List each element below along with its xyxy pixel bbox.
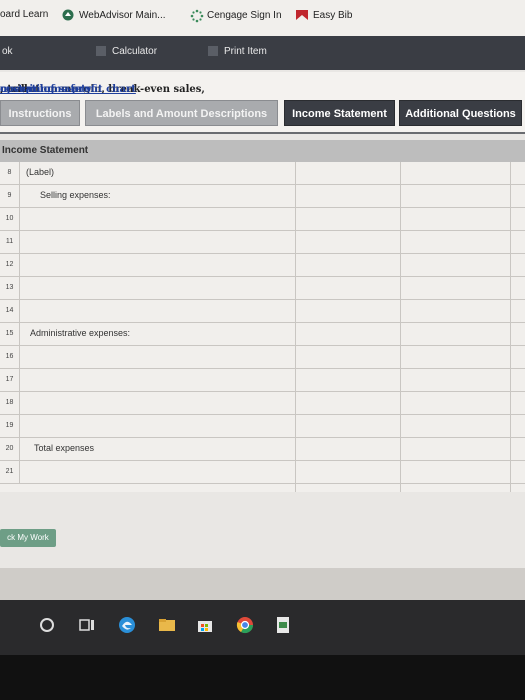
bookmark-webadvisor[interactable]: WebAdvisor Main...	[62, 9, 166, 21]
row-number: 12	[0, 254, 20, 276]
operating-link[interactable]: operating	[0, 84, 54, 95]
column-divider	[400, 162, 401, 492]
row-number: 16	[0, 346, 20, 368]
row-number: 11	[0, 231, 20, 253]
edge-browser-icon[interactable]	[116, 614, 138, 636]
table-row: 20 Total expenses	[0, 438, 525, 461]
store-icon[interactable]	[194, 614, 216, 636]
row-number: 18	[0, 392, 20, 414]
calculator-icon	[96, 46, 106, 57]
print-item-button[interactable]: Print Item	[208, 46, 267, 57]
column-divider	[295, 162, 296, 492]
row-label-cell[interactable]: Administrative expenses:	[30, 328, 130, 338]
tab-labels-and-amount-descriptions[interactable]: Labels and Amount Descriptions	[85, 100, 278, 126]
printer-icon	[208, 46, 218, 57]
table-row: 16	[0, 346, 525, 369]
tab-additional-questions[interactable]: Additional Questions	[399, 100, 522, 126]
webadvisor-icon	[62, 9, 74, 21]
row-number: 8	[0, 162, 20, 184]
worksheet-title: Income Statement	[2, 145, 89, 156]
table-row: 12	[0, 254, 525, 277]
bookmark-label: oard Learn	[0, 9, 49, 20]
task-view-icon[interactable]	[76, 614, 98, 636]
row-number: 10	[0, 208, 20, 230]
bookmark-cengage[interactable]: Cengage Sign In	[190, 9, 282, 23]
table-row: 11	[0, 231, 525, 254]
topic-line: ntribution margin, break-even sales, cos…	[0, 72, 525, 96]
row-number: 19	[0, 415, 20, 437]
easybib-icon	[296, 9, 308, 21]
header-left-text: ok	[2, 46, 13, 57]
row-number: 17	[0, 369, 20, 391]
table-row: 9 Selling expenses:	[0, 185, 525, 208]
table-row: 18	[0, 392, 525, 415]
bookmark-label: Easy Bib	[313, 9, 353, 21]
column-divider	[510, 162, 511, 492]
tab-bar: Instructions Labels and Amount Descripti…	[0, 96, 525, 134]
worksheet-title-bar: Income Statement	[0, 140, 525, 163]
bookmarks-bar: oard Learn WebAdvisor Main... Cengage Si…	[0, 0, 525, 37]
row-number: 21	[0, 461, 20, 483]
desk-area	[0, 655, 525, 700]
bookmark-label: Cengage Sign In	[207, 9, 282, 21]
browser-screen: oard Learn WebAdvisor Main... Cengage Si…	[0, 0, 525, 600]
bookmark-label: WebAdvisor Main...	[79, 9, 166, 21]
tab-instructions[interactable]: Instructions	[0, 100, 80, 126]
table-row: 21	[0, 461, 525, 484]
page-footer-strip	[0, 568, 525, 600]
file-explorer-icon[interactable]	[156, 614, 178, 636]
table-row: 14	[0, 300, 525, 323]
app-header: ok Calculator Print Item	[0, 36, 525, 70]
bookmark-blackboard-learn[interactable]: oard Learn	[0, 9, 48, 20]
row-label-cell[interactable]: Total expenses	[34, 443, 94, 453]
table-row: 8 (Label)	[0, 162, 525, 185]
row-number: 13	[0, 277, 20, 299]
calculator-button[interactable]: Calculator	[96, 46, 157, 57]
table-row: 10	[0, 208, 525, 231]
tab-income-statement[interactable]: Income Statement	[284, 100, 395, 126]
row-number: 9	[0, 185, 20, 207]
document-app-icon[interactable]	[272, 614, 294, 636]
taskbar	[0, 600, 525, 655]
search-icon[interactable]	[36, 614, 58, 636]
table-row: 19	[0, 415, 525, 438]
bookmark-easybib[interactable]: Easy Bib	[296, 9, 352, 21]
worksheet-grid: 8 (Label) 9 Selling expenses: 10 11 12 13 14 15 Ad…	[0, 162, 525, 492]
table-row: 17	[0, 369, 525, 392]
table-row: 13	[0, 277, 525, 300]
row-label-cell[interactable]: (Label)	[26, 167, 54, 177]
chrome-icon[interactable]	[234, 614, 256, 636]
row-number: 14	[0, 300, 20, 322]
table-row: 15 Administrative expenses:	[0, 323, 525, 346]
row-label-cell[interactable]: Selling expenses:	[40, 190, 111, 200]
row-number: 20	[0, 438, 20, 460]
row-number: 15	[0, 323, 20, 345]
cengage-icon	[190, 9, 204, 23]
check-my-work-button[interactable]: ck My Work	[0, 529, 56, 547]
